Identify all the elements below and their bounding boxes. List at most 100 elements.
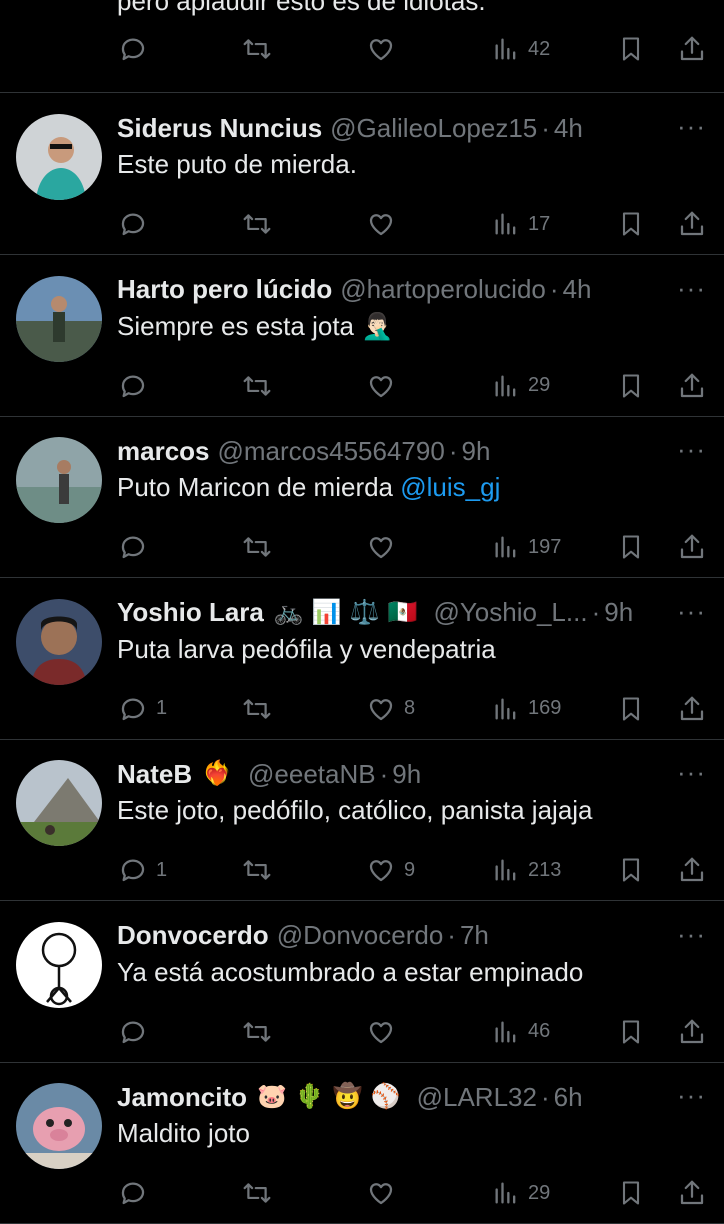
- partial-tweet[interactable]: pero aplaudir esto es de idiotas. 42: [0, 0, 724, 93]
- share-button[interactable]: [677, 694, 707, 724]
- repost-button[interactable]: [241, 1017, 273, 1047]
- display-name[interactable]: Jamoncito: [117, 1082, 247, 1113]
- repost-icon: [241, 532, 273, 562]
- like-button[interactable]: [366, 371, 404, 401]
- reply-icon: [118, 694, 148, 724]
- views-button[interactable]: 17: [492, 209, 550, 239]
- share-button[interactable]: [677, 1017, 707, 1047]
- avatar[interactable]: [16, 760, 102, 846]
- timestamp[interactable]: 4h: [563, 274, 592, 305]
- reply-tweet[interactable]: Harto pero lúcido @hartoperolucido · 4h …: [0, 255, 724, 417]
- reply-button[interactable]: [118, 371, 156, 401]
- repost-button[interactable]: [241, 209, 273, 239]
- timestamp[interactable]: 6h: [554, 1082, 583, 1113]
- timestamp[interactable]: 9h: [461, 436, 490, 467]
- bookmark-button[interactable]: [617, 1178, 645, 1208]
- user-handle[interactable]: @eeetaNB: [248, 759, 376, 790]
- share-button[interactable]: [677, 34, 707, 64]
- share-button[interactable]: [677, 532, 707, 562]
- like-button[interactable]: 9: [366, 855, 415, 885]
- timestamp[interactable]: 7h: [460, 920, 489, 951]
- like-button[interactable]: 8: [366, 694, 415, 724]
- views-button[interactable]: 197: [492, 532, 561, 562]
- more-button[interactable]: ···: [677, 919, 706, 950]
- bookmark-icon: [617, 371, 645, 401]
- views-button[interactable]: 42: [492, 34, 550, 64]
- reply-button[interactable]: [118, 532, 156, 562]
- display-name[interactable]: Donvocerdo: [117, 920, 269, 951]
- bookmark-button[interactable]: [617, 694, 645, 724]
- user-handle[interactable]: @LARL32: [417, 1082, 537, 1113]
- bookmark-button[interactable]: [617, 371, 645, 401]
- reply-button[interactable]: [118, 1017, 156, 1047]
- display-name[interactable]: Yoshio Lara: [117, 597, 264, 628]
- repost-button[interactable]: [241, 34, 273, 64]
- avatar[interactable]: [16, 114, 102, 200]
- reply-tweet[interactable]: marcos @marcos45564790 · 9h ··· Puto Mar…: [0, 416, 724, 578]
- bookmark-button[interactable]: [617, 532, 645, 562]
- like-button[interactable]: [366, 209, 404, 239]
- avatar[interactable]: [16, 275, 102, 362]
- bookmark-button[interactable]: [617, 855, 645, 885]
- avatar[interactable]: [16, 437, 102, 523]
- reply-tweet[interactable]: Siderus Nuncius @GalileoLopez15 · 4h ···…: [0, 93, 724, 255]
- views-button[interactable]: 213: [492, 855, 561, 885]
- tweet-header: Harto pero lúcido @hartoperolucido · 4h: [117, 273, 591, 307]
- reply-tweet[interactable]: Donvocerdo @Donvocerdo · 7h ··· Ya está …: [0, 901, 724, 1063]
- timestamp[interactable]: 4h: [554, 113, 583, 144]
- like-button[interactable]: [366, 1017, 404, 1047]
- avatar[interactable]: [16, 598, 102, 685]
- views-button[interactable]: 46: [492, 1017, 550, 1047]
- share-button[interactable]: [677, 855, 707, 885]
- bookmark-button[interactable]: [617, 34, 645, 64]
- repost-button[interactable]: [241, 694, 273, 724]
- repost-button[interactable]: [241, 532, 273, 562]
- reply-button[interactable]: 1: [118, 855, 167, 885]
- user-handle[interactable]: @Donvocerdo: [277, 920, 444, 951]
- tweet-text: Ya está acostumbrado a estar empinado: [117, 957, 583, 988]
- repost-button[interactable]: [241, 1178, 273, 1208]
- views-button[interactable]: 29: [492, 1178, 550, 1208]
- views-button[interactable]: 169: [492, 694, 561, 724]
- more-button[interactable]: ···: [677, 1080, 706, 1111]
- user-handle[interactable]: @hartoperolucido: [340, 274, 546, 305]
- user-handle[interactable]: @marcos45564790: [218, 436, 445, 467]
- timestamp[interactable]: 9h: [392, 759, 421, 790]
- share-button[interactable]: [677, 371, 707, 401]
- mention-link[interactable]: @luis_gj: [400, 472, 500, 502]
- tweet-text-content: Siempre es esta jota 🤦🏻‍♂️: [117, 310, 394, 341]
- display-name[interactable]: Siderus Nuncius: [117, 113, 322, 144]
- bookmark-button[interactable]: [617, 1017, 645, 1047]
- user-handle[interactable]: @Yoshio_L...: [433, 597, 587, 628]
- repost-button[interactable]: [241, 371, 273, 401]
- share-button[interactable]: [677, 1178, 707, 1208]
- more-button[interactable]: ···: [677, 434, 706, 465]
- reply-tweet[interactable]: NateB ❤️‍🔥 @eeetaNB · 9h ··· Este joto, …: [0, 739, 724, 901]
- display-name[interactable]: marcos: [117, 436, 210, 467]
- reply-button[interactable]: [118, 209, 156, 239]
- share-button[interactable]: [677, 209, 707, 239]
- like-button[interactable]: [366, 532, 404, 562]
- tweet-text: Este joto, pedófilo, católico, panista j…: [117, 795, 593, 826]
- reply-button[interactable]: [118, 34, 148, 64]
- views-button[interactable]: 29: [492, 371, 550, 401]
- timestamp[interactable]: 9h: [604, 597, 633, 628]
- avatar[interactable]: [16, 921, 102, 1008]
- like-button[interactable]: [366, 34, 396, 64]
- display-name[interactable]: NateB: [117, 759, 192, 790]
- more-button[interactable]: ···: [677, 596, 706, 627]
- share-icon: [677, 209, 707, 239]
- bookmark-button[interactable]: [617, 209, 645, 239]
- like-button[interactable]: [366, 1178, 404, 1208]
- reply-button[interactable]: [118, 1178, 156, 1208]
- user-handle[interactable]: @GalileoLopez15: [330, 113, 537, 144]
- display-name[interactable]: Harto pero lúcido: [117, 274, 332, 305]
- more-button[interactable]: ···: [677, 111, 706, 142]
- more-button[interactable]: ···: [677, 273, 706, 304]
- separator-dot: ·: [549, 274, 559, 304]
- repost-button[interactable]: [241, 855, 273, 885]
- more-button[interactable]: ···: [677, 757, 706, 788]
- reply-button[interactable]: 1: [118, 694, 167, 724]
- avatar[interactable]: [16, 1083, 102, 1169]
- reply-tweet[interactable]: Yoshio Lara 🚲 📊 ⚖️ 🇲🇽 @Yoshio_L... · 9h ···…: [0, 578, 724, 740]
